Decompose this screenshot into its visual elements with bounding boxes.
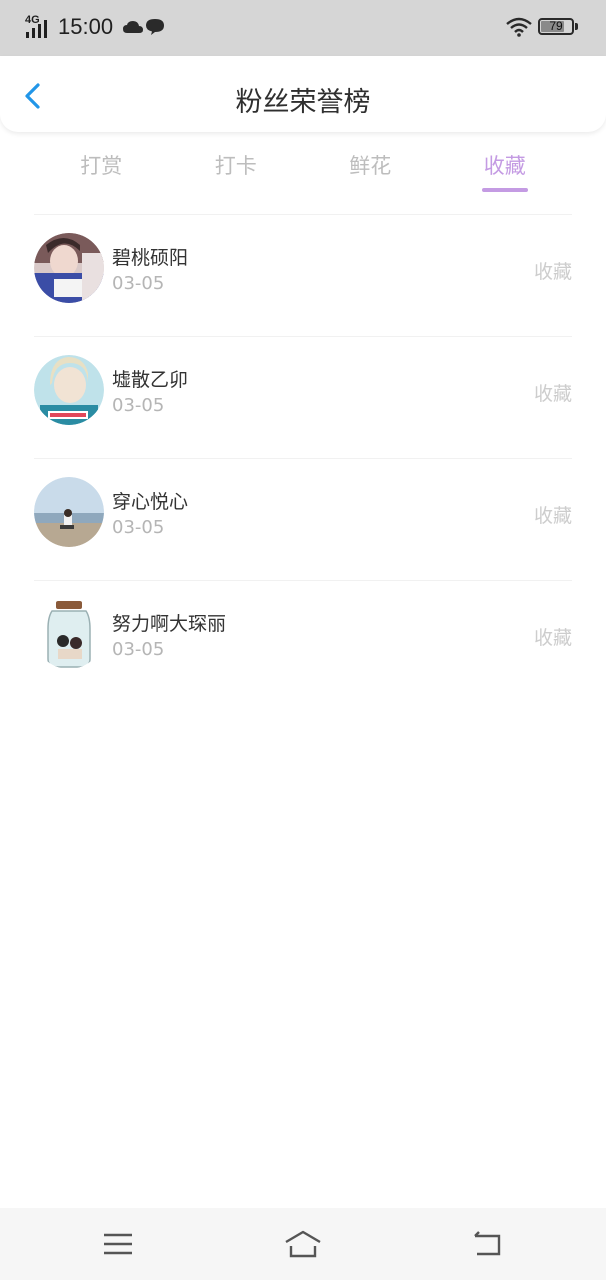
fan-date: 03-05	[112, 273, 165, 294]
avatar	[34, 355, 104, 425]
fan-name: 穿心悦心	[112, 491, 189, 513]
tab-bar: 打赏 打卡 鲜花 收藏	[34, 142, 572, 202]
active-tab-indicator	[481, 188, 528, 192]
message-icon	[146, 19, 164, 35]
status-bar: 4G 15:00 79	[0, 0, 606, 56]
fan-name: 努力啊大琛丽	[112, 613, 227, 635]
tab-checkin[interactable]: 打卡	[169, 142, 304, 202]
signal-icon: 4G	[25, 14, 47, 38]
avatar	[34, 477, 104, 547]
back-icon[interactable]	[467, 1226, 507, 1262]
list-item[interactable]: 碧桃硕阳 03-05 收藏	[34, 214, 572, 336]
tab-label: 鲜花	[349, 154, 392, 178]
tab-label: 打赏	[80, 154, 123, 178]
clock-time: 15:00	[58, 14, 114, 39]
fan-date: 03-05	[112, 395, 165, 416]
tab-favorites[interactable]: 收藏	[438, 142, 573, 202]
network-type-label: 4G	[25, 14, 40, 26]
battery-tip	[575, 23, 578, 30]
page-header: 粉丝荣誉榜	[0, 56, 606, 132]
list-item[interactable]: 穿心悦心 03-05 收藏	[34, 458, 572, 580]
tab-label: 收藏	[483, 154, 526, 178]
avatar	[34, 233, 104, 303]
honor-type: 收藏	[533, 627, 572, 649]
fan-honor-page: 4G 15:00 79 粉丝荣誉榜 打赏 打卡 鲜花 收藏 碧桃硕阳 03-05…	[0, 0, 606, 1280]
page-title: 粉丝荣誉榜	[235, 87, 371, 118]
tab-flowers[interactable]: 鲜花	[303, 142, 438, 202]
fan-date: 03-05	[112, 639, 165, 660]
menu-icon[interactable]	[98, 1226, 138, 1262]
fan-name: 墟散乙卯	[112, 369, 189, 391]
tab-label: 打卡	[214, 154, 257, 178]
honor-type: 收藏	[533, 383, 572, 405]
honor-type: 收藏	[533, 261, 572, 283]
fan-date: 03-05	[112, 517, 165, 538]
system-nav-bar	[0, 1208, 606, 1280]
tab-reward[interactable]: 打赏	[34, 142, 169, 202]
battery-icon: 79	[538, 18, 574, 35]
fan-list: 碧桃硕阳 03-05 收藏 墟散乙卯 03-05 收藏 穿心悦心 03-05 收…	[0, 214, 606, 702]
honor-type: 收藏	[533, 505, 572, 527]
list-item[interactable]: 墟散乙卯 03-05 收藏	[34, 336, 572, 458]
list-item[interactable]: 努力啊大琛丽 03-05 收藏	[34, 580, 572, 702]
home-icon[interactable]	[283, 1226, 323, 1262]
battery-percent: 79	[549, 19, 563, 33]
wifi-icon	[506, 17, 532, 37]
cloud-icon	[123, 21, 143, 33]
avatar	[34, 599, 104, 669]
fan-name: 碧桃硕阳	[112, 247, 189, 269]
